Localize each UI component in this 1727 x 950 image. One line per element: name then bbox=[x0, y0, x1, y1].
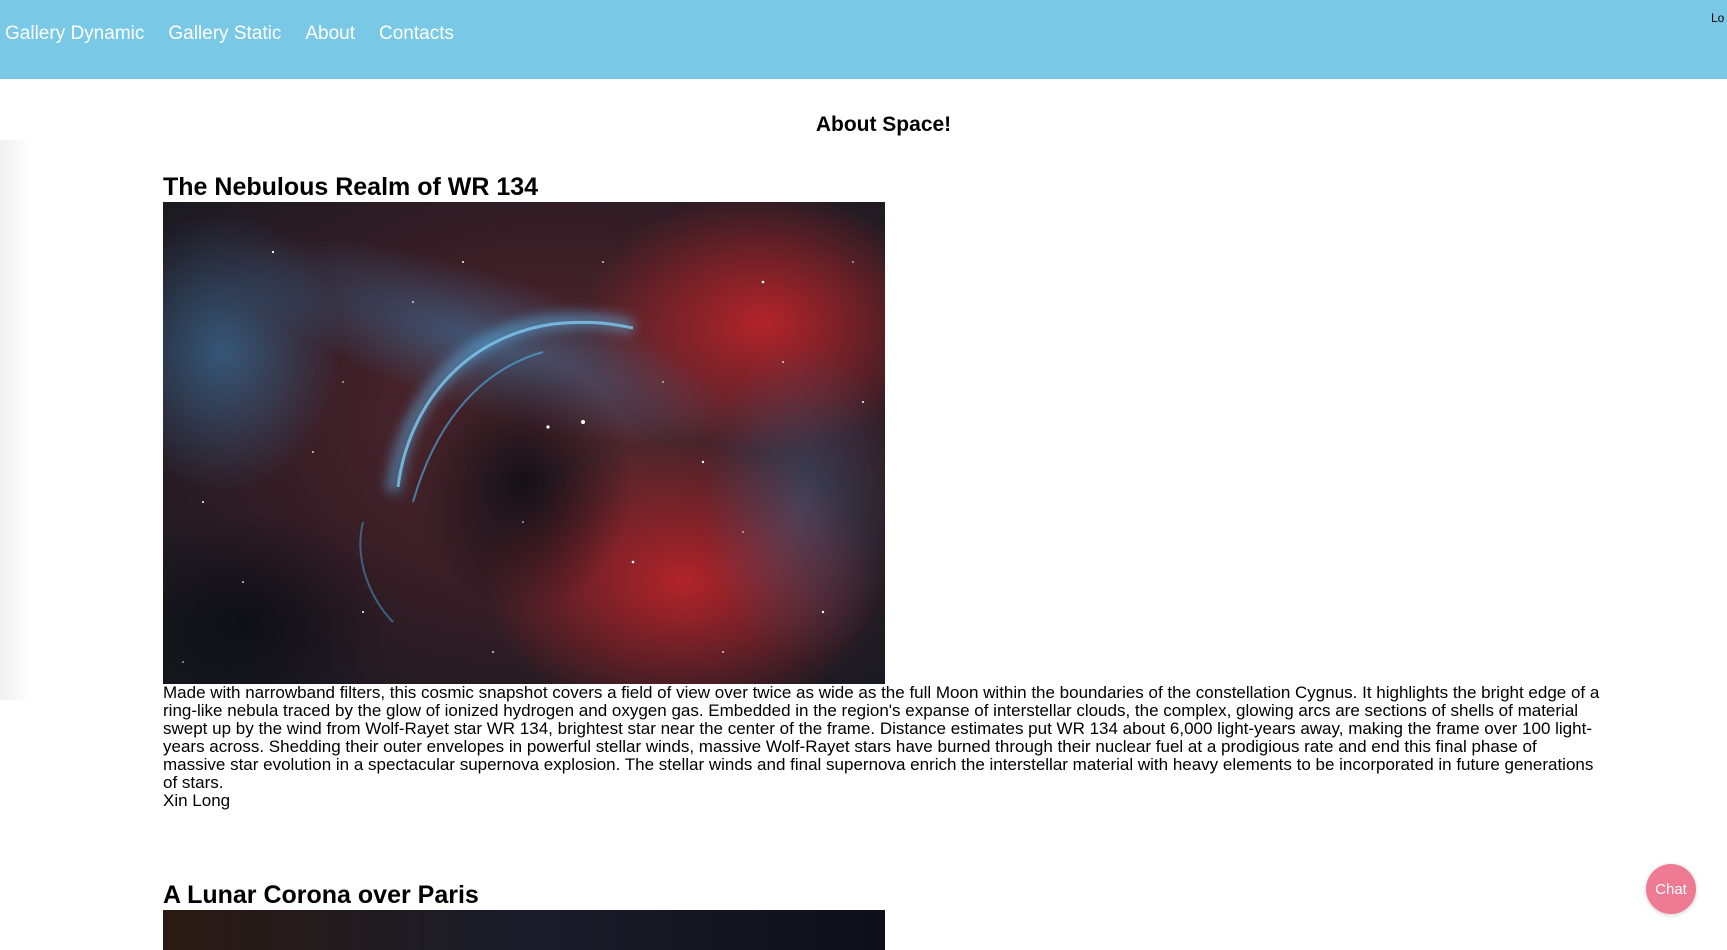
nav-gallery-dynamic[interactable]: Gallery Dynamic bbox=[0, 20, 156, 48]
article-description: Made with narrowband filters, this cosmi… bbox=[163, 683, 1600, 792]
nav-gallery-static[interactable]: Gallery Static bbox=[156, 20, 293, 48]
nebula-image bbox=[163, 202, 885, 684]
lunar-corona-image bbox=[163, 910, 885, 950]
article-wr134: The Nebulous Realm of WR 134 Made with n… bbox=[163, 172, 1603, 810]
login-link[interactable]: Lo bbox=[1711, 11, 1727, 25]
article-title: The Nebulous Realm of WR 134 bbox=[163, 173, 539, 201]
top-navigation-bar: Gallery Dynamic Gallery Static About Con… bbox=[0, 0, 1727, 79]
left-edge-shadow bbox=[0, 140, 30, 700]
article-lunar-corona: A Lunar Corona over Paris bbox=[163, 880, 1603, 950]
page-title: About Space! bbox=[815, 113, 952, 136]
article-author: Xin Long bbox=[163, 791, 231, 810]
nav-about[interactable]: About bbox=[293, 20, 367, 48]
main-nav: Gallery Dynamic Gallery Static About Con… bbox=[0, 20, 466, 48]
article-title: A Lunar Corona over Paris bbox=[163, 881, 479, 909]
nav-contacts[interactable]: Contacts bbox=[367, 20, 466, 48]
chat-button[interactable]: Chat bbox=[1646, 864, 1696, 914]
